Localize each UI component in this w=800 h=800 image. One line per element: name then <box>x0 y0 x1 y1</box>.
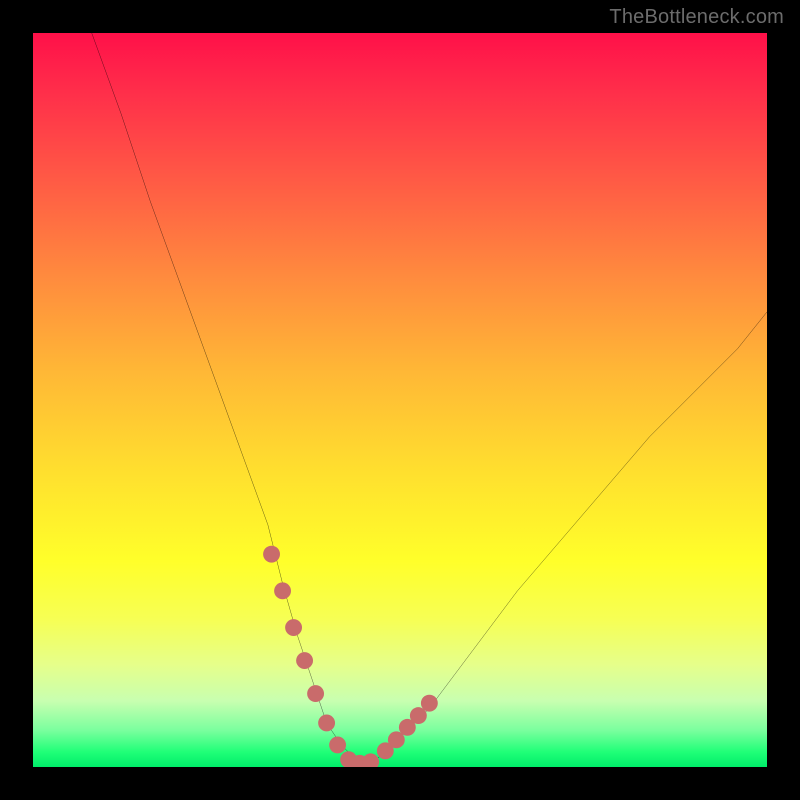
chart-frame: TheBottleneck.com <box>0 0 800 800</box>
marker-group <box>263 546 438 767</box>
marker-dot <box>285 619 302 636</box>
marker-dot <box>329 737 346 754</box>
marker-dot <box>274 582 291 599</box>
marker-dot <box>263 546 280 563</box>
watermark-label: TheBottleneck.com <box>609 6 784 29</box>
marker-layer <box>33 33 767 767</box>
marker-dot <box>307 685 324 702</box>
marker-dot <box>421 695 438 712</box>
marker-dot <box>296 652 313 669</box>
marker-dot <box>318 715 335 732</box>
plot-area <box>33 33 767 767</box>
marker-dot <box>362 753 379 767</box>
